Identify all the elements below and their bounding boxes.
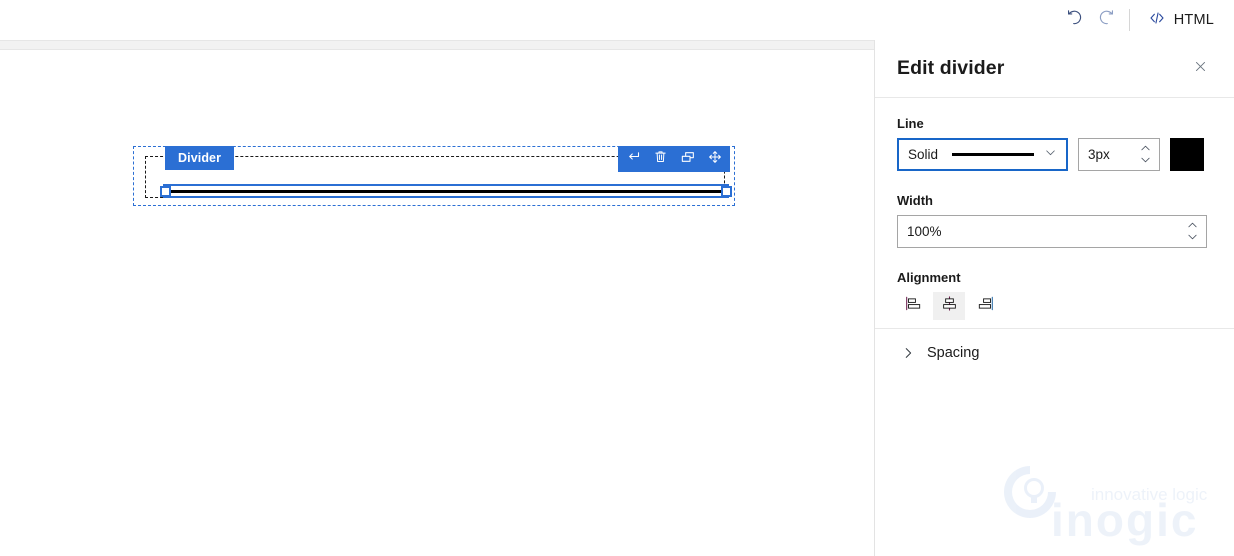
undo-icon: [1065, 8, 1084, 32]
align-center-icon: [940, 295, 959, 317]
duplicate-icon: [680, 149, 696, 170]
line-thickness-value: 3px: [1088, 147, 1110, 162]
undo-button[interactable]: [1059, 4, 1091, 36]
align-left-icon: [904, 295, 923, 317]
panel-close-button[interactable]: [1186, 55, 1214, 83]
chevron-down-icon: [1044, 146, 1057, 164]
trash-icon: [653, 149, 668, 169]
insert-after-button[interactable]: [620, 146, 647, 172]
panel-title: Edit divider: [897, 57, 1005, 79]
move-button[interactable]: [701, 146, 728, 172]
panel-header: Edit divider: [875, 40, 1234, 97]
divider-line: [165, 190, 727, 193]
width-value: 100%: [907, 224, 942, 239]
resize-handle-right[interactable]: [721, 185, 732, 197]
redo-button[interactable]: [1091, 4, 1123, 36]
edit-divider-panel: Edit divider Line Solid 3px Width 100% A…: [874, 40, 1234, 556]
html-view-label: HTML: [1173, 12, 1214, 28]
html-view-button[interactable]: HTML: [1142, 5, 1220, 36]
width-decrement[interactable]: [1185, 232, 1199, 243]
width-stepper[interactable]: 100%: [897, 215, 1207, 248]
close-icon: [1193, 59, 1208, 79]
line-thickness-decrement[interactable]: [1138, 155, 1152, 166]
width-increment[interactable]: [1185, 220, 1199, 231]
resize-handle-left[interactable]: [160, 185, 171, 197]
divider-selection-outer[interactable]: Divider: [133, 146, 735, 206]
top-toolbar: HTML: [0, 0, 1234, 40]
line-color-swatch[interactable]: [1170, 138, 1204, 171]
divider-line-container[interactable]: [160, 184, 732, 198]
watermark-brand: inogic: [1051, 494, 1198, 546]
line-thickness-stepper[interactable]: 3px: [1078, 138, 1160, 171]
element-float-toolbar: [618, 146, 730, 172]
redo-icon: [1097, 8, 1116, 32]
move-arrows-icon: [707, 149, 723, 170]
chevron-right-icon: [897, 342, 919, 364]
align-right-button[interactable]: [969, 292, 1001, 320]
align-center-button[interactable]: [933, 292, 965, 320]
panel-body: Line Solid 3px Width 100% Alignment: [875, 98, 1234, 320]
line-style-preview: [952, 153, 1034, 156]
alignment-options: [897, 292, 1212, 320]
line-thickness-increment[interactable]: [1138, 143, 1152, 154]
code-icon: [1148, 9, 1166, 32]
line-label: Line: [897, 116, 924, 131]
canvas-top-separator: [0, 40, 874, 50]
toolbar-divider: [1128, 9, 1130, 31]
watermark-tagline: innovative logic: [1091, 485, 1208, 504]
spacing-section-toggle[interactable]: Spacing: [875, 329, 1234, 377]
line-controls-row: Solid 3px: [897, 138, 1212, 171]
return-arrow-icon: [626, 149, 641, 169]
divider-badge[interactable]: Divider: [165, 146, 235, 170]
align-right-icon: [976, 295, 995, 317]
align-left-button[interactable]: [897, 292, 929, 320]
line-style-value: Solid: [908, 147, 939, 162]
divider-selection-inner[interactable]: Divider: [145, 146, 732, 198]
delete-button[interactable]: [647, 146, 674, 172]
alignment-label: Alignment: [897, 270, 961, 285]
duplicate-button[interactable]: [674, 146, 701, 172]
line-style-select[interactable]: Solid: [897, 138, 1068, 171]
width-spinners: [1185, 220, 1199, 243]
inogic-watermark: innovative logic inogic: [996, 452, 1226, 548]
line-thickness-spinners: [1138, 143, 1152, 166]
width-label: Width: [897, 193, 933, 208]
app-root: HTML Divider Edit divider Line Solid 3px…: [0, 0, 1234, 556]
editor-canvas[interactable]: Divider: [0, 50, 874, 556]
spacing-label: Spacing: [927, 345, 980, 361]
